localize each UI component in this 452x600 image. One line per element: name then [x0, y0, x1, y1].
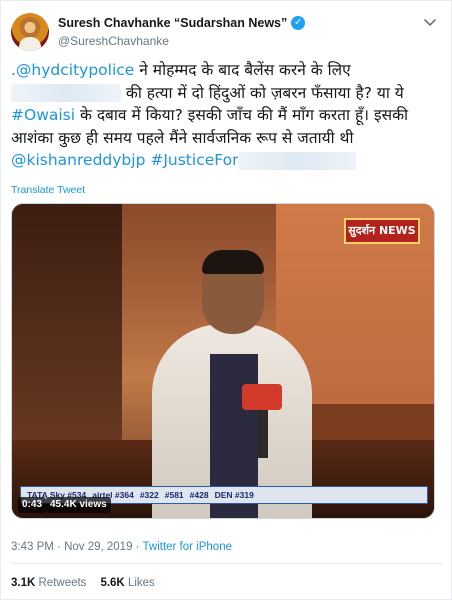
hashtag-owaisi[interactable]: #Owaisi: [11, 106, 75, 124]
redacted-name: [11, 84, 121, 102]
tweet-date[interactable]: Nov 29, 2019: [64, 541, 132, 553]
tweet-header: Suresh Chavhanke “Sudarshan News” ✓ @Sur…: [11, 13, 443, 53]
video-player[interactable]: सुदर्शन NEWS TATA Sky #534 airtel #364 #…: [11, 203, 435, 519]
likes-label: Likes: [127, 577, 155, 589]
tweet-stats: 3.1K Retweets 5.6K Likes: [11, 577, 155, 589]
tweet-meta: 3:43 PM · Nov 29, 2019 · Twitter for iPh…: [11, 541, 232, 553]
avatar[interactable]: [11, 13, 49, 51]
tweet-source-link[interactable]: Twitter for iPhone: [143, 541, 232, 553]
mention-hydcitypolice[interactable]: .@hydcitypolice: [11, 61, 134, 79]
author-handle[interactable]: @SureshChavhanke: [58, 34, 169, 48]
tweet-text-part: ने मोहम्मद के बाद बैलेंस करने के लिए: [134, 61, 351, 79]
redacted-hashtag: [238, 151, 357, 170]
ticker-item: #322: [139, 490, 159, 500]
retweets-label: Retweets: [38, 577, 87, 589]
likes-count: 5.6K: [100, 577, 125, 589]
translate-tweet-link[interactable]: Translate Tweet: [11, 184, 85, 196]
tweet-text-part: की हत्या में दो हिंदुओं को ज़बरन फँसाया …: [121, 83, 404, 102]
likes-stat[interactable]: 5.6K Likes: [100, 577, 154, 589]
mention-kishanreddybjp[interactable]: @kishanreddybjp: [11, 151, 145, 169]
meta-separator: ·: [53, 541, 65, 553]
retweets-stat[interactable]: 3.1K Retweets: [11, 577, 86, 589]
chevron-down-icon[interactable]: [421, 15, 439, 33]
divider: [11, 563, 443, 564]
speaker-hair: [202, 250, 264, 274]
video-views-badge: 45.4K views: [46, 497, 111, 513]
ticker-item: #428: [189, 490, 209, 500]
ticker-item: #581: [164, 490, 184, 500]
name-row[interactable]: Suresh Chavhanke “Sudarshan News” ✓: [58, 16, 306, 30]
video-background-left: [12, 204, 122, 454]
author-display-name[interactable]: Suresh Chavhanke “Sudarshan News”: [58, 16, 287, 30]
ticker-item: DEN #319: [214, 490, 254, 500]
verified-badge-icon: ✓: [291, 16, 306, 30]
video-duration-badge: 0:43: [18, 497, 47, 513]
microphone-icon: [242, 384, 282, 410]
meta-separator: ·: [132, 541, 143, 553]
channel-logo: सुदर्शन NEWS: [344, 218, 420, 244]
hashtag-justicefor[interactable]: #JusticeFor: [145, 151, 238, 169]
retweets-count: 3.1K: [11, 577, 36, 589]
tweet-text: .@hydcitypolice ने मोहम्मद के बाद बैलेंस…: [11, 59, 441, 172]
chevron-down-icon-shape: [424, 19, 436, 27]
video-frame: [12, 204, 434, 518]
tweet-card: Suresh Chavhanke “Sudarshan News” ✓ @Sur…: [0, 0, 452, 600]
microphone-handle: [258, 410, 268, 458]
tweet-time[interactable]: 3:43 PM: [11, 541, 54, 553]
